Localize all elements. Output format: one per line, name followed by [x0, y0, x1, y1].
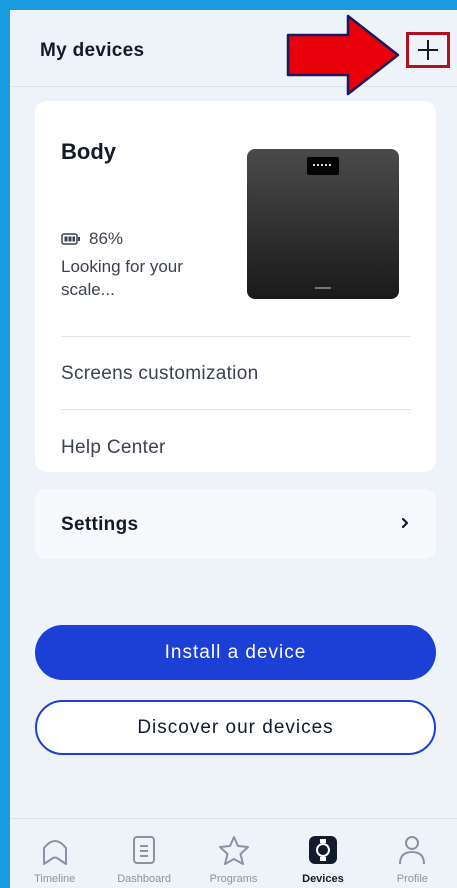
add-device-button[interactable] [406, 32, 450, 68]
help-center-item[interactable]: Help Center [61, 437, 166, 459]
battery-icon [61, 233, 80, 245]
scale-display [307, 157, 339, 175]
arrow-right-icon [286, 14, 400, 96]
tab-timeline[interactable]: Timeline [10, 819, 99, 888]
watch-icon [308, 836, 337, 864]
settings-label: Settings [61, 514, 139, 535]
connection-status: Looking for your scale... [61, 257, 183, 299]
tab-dashboard[interactable]: Dashboard [99, 819, 188, 888]
devices-screen: My devices Body 86% Looking for your sca… [10, 10, 457, 888]
bottom-tab-bar: Timeline Dashboard Programs Devices Prof… [10, 818, 457, 888]
tab-label: Profile [396, 873, 428, 885]
star-icon [218, 836, 249, 865]
battery-status: 86% [61, 229, 123, 249]
battery-level: 86% [89, 229, 124, 248]
scale-image [247, 149, 399, 299]
header: My devices [10, 10, 457, 96]
scale-brand-mark [315, 287, 331, 289]
plus-icon [418, 40, 438, 60]
tab-programs[interactable]: Programs [189, 819, 278, 888]
screens-customization-item[interactable]: Screens customization [61, 363, 258, 385]
tab-label: Dashboard [117, 873, 172, 885]
tab-label: Programs [209, 873, 258, 885]
device-card[interactable]: Body 86% Looking for your scale... Scree… [35, 101, 436, 472]
divider [61, 409, 411, 410]
dashboard-icon [133, 836, 156, 864]
discover-devices-button[interactable]: Discover our devices [35, 700, 436, 755]
timeline-icon [42, 840, 67, 865]
tab-devices[interactable]: Devices [278, 819, 367, 888]
person-icon [399, 836, 426, 865]
tab-label: Timeline [34, 873, 76, 885]
device-name: Body [61, 139, 116, 164]
tab-profile[interactable]: Profile [368, 819, 457, 888]
chevron-right-icon [401, 517, 409, 529]
page-title: My devices [40, 40, 145, 61]
install-device-button[interactable]: Install a device [35, 625, 436, 680]
divider [61, 336, 411, 337]
tab-label: Devices [302, 873, 344, 885]
settings-row[interactable]: Settings [35, 489, 436, 559]
